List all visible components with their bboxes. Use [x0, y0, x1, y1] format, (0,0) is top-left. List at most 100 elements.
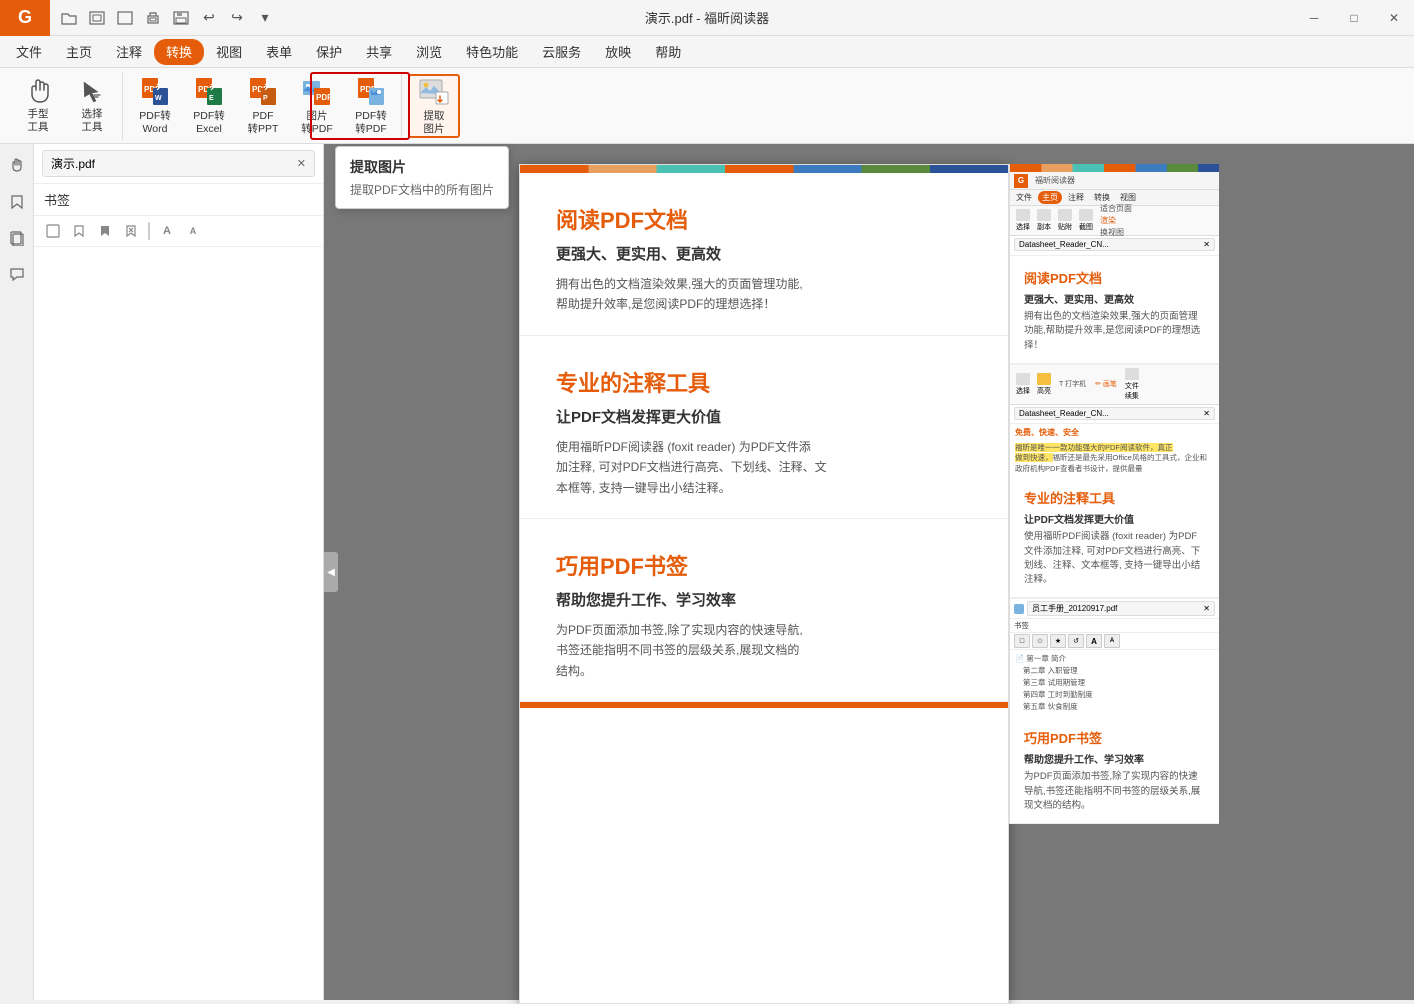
svg-text:P: P — [263, 95, 268, 102]
bm-separator-1 — [148, 222, 150, 240]
toolbar-group-extract: 提取图片 — [404, 72, 464, 140]
menu-form[interactable]: 表单 — [254, 39, 304, 65]
menu-view[interactable]: 视图 — [204, 39, 254, 65]
pdf-ppt-icon: PDF P — [247, 76, 279, 108]
bm-font-smaller-btn[interactable]: A — [182, 220, 204, 242]
new-window-btn[interactable] — [86, 7, 108, 29]
section1-subtitle: 更强大、更实用、更高效 — [556, 243, 972, 264]
pdf-to-img-btn[interactable]: PDF PDF转转PDF — [345, 74, 397, 138]
menu-annotate[interactable]: 注释 — [104, 39, 154, 65]
maximize-btn[interactable]: □ — [1334, 0, 1374, 36]
file-panel-header: 演示.pdf ✕ — [34, 144, 323, 184]
redo-btn[interactable]: ↪ — [226, 7, 248, 29]
section3-body: 为PDF页面添加书签,除了实现内容的快速导航, 书签还能指明不同书签的层级关系,… — [556, 620, 972, 681]
pdf-to-excel-label: PDF转Excel — [193, 110, 225, 135]
pdf-excel-icon: PDF E — [193, 76, 225, 108]
sidebar-hand-icon[interactable] — [3, 152, 31, 180]
file-tab-name: 演示.pdf — [51, 155, 95, 172]
tooltip-description: 提取PDF文档中的所有图片 — [350, 181, 494, 198]
open-folder-btn[interactable] — [58, 7, 80, 29]
pdf-area: ◀ 阅读PDF文档 更强大、更实用、更高效 拥有出色的文档渲染效果,强大的页面管… — [324, 144, 1414, 1000]
menu-cloud[interactable]: 云服务 — [530, 39, 593, 65]
customize-btn[interactable]: ▾ — [254, 7, 276, 29]
section3-title: 巧用PDF书签 — [556, 549, 972, 581]
menu-browse[interactable]: 浏览 — [404, 39, 454, 65]
menu-special[interactable]: 特色功能 — [454, 39, 530, 65]
file-tab[interactable]: 演示.pdf ✕ — [42, 150, 315, 177]
menu-convert[interactable]: 转换 — [154, 39, 204, 65]
img-to-pdf-label: 图片转PDF — [301, 110, 333, 135]
menu-help[interactable]: 帮助 — [643, 39, 693, 65]
preview-filetab3: 员工手册_20120917.pdf — [1032, 603, 1117, 614]
select-tool-btn[interactable]: 选择工具 — [66, 74, 118, 138]
collapse-sidebar-btn[interactable]: ◀ — [324, 552, 338, 592]
print-btn[interactable] — [142, 7, 164, 29]
undo-btn[interactable]: ↩ — [198, 7, 220, 29]
extract-image-label: 提取图片 — [424, 110, 445, 135]
svg-text:E: E — [209, 95, 214, 102]
hand-tool-btn[interactable]: 手型工具 — [12, 74, 64, 138]
img-pdf-icon: PDF — [301, 76, 333, 108]
preview-filetab2: Datasheet_Reader_CN... — [1019, 409, 1109, 418]
window-title: 演示.pdf - 福昕阅读器 — [645, 8, 769, 27]
tooltip-box: 提取图片 提取PDF文档中的所有图片 — [335, 146, 509, 209]
pdf-to-word-btn[interactable]: PDF W PDF转Word — [129, 74, 181, 138]
preview-card-1: G 福昕阅读器 文件 主页 注释 转换 视图 选择 副本 贴附 截图 — [1010, 172, 1219, 364]
sidebar-bookmark-icon[interactable] — [3, 188, 31, 216]
svg-text:W: W — [155, 95, 162, 102]
pdf-to-ppt-label: PDF转PPT — [248, 110, 279, 135]
preview-section2-sub: 让PDF文档发挥更大价值 — [1024, 511, 1205, 526]
tooltip-title: 提取图片 — [350, 157, 494, 177]
close-btn[interactable]: ✕ — [1374, 0, 1414, 36]
pdf-img-icon: PDF — [355, 76, 387, 108]
extract-image-btn[interactable]: 提取图片 — [408, 74, 460, 138]
menu-protect[interactable]: 保护 — [304, 39, 354, 65]
img-to-pdf-btn[interactable]: PDF 图片转PDF — [291, 74, 343, 138]
preview-section1-body: 拥有出色的文档渲染效果,强大的页面管理功能,帮助提升效率,是您阅读PDF的理想选… — [1024, 310, 1205, 353]
preview-section3-sub: 帮助您提升工作、学习效率 — [1024, 751, 1205, 766]
preview-section3-body: 为PDF页面添加书签,除了实现内容的快速导航,书签还能指明不同书签的层级关系,展… — [1024, 770, 1205, 813]
menu-share[interactable]: 共享 — [354, 39, 404, 65]
bm-bookmark-filled-btn[interactable] — [94, 220, 116, 242]
pdf-to-ppt-btn[interactable]: PDF P PDF转PPT — [237, 74, 289, 138]
pdf-page: 阅读PDF文档 更强大、更实用、更高效 拥有出色的文档渲染效果,强大的页面管理功… — [519, 164, 1009, 1004]
pdf-to-excel-btn[interactable]: PDF E PDF转Excel — [183, 74, 235, 138]
sidebar — [0, 144, 34, 1000]
main-area: 演示.pdf ✕ 书签 A A ◀ — [0, 144, 1414, 1000]
sidebar-comment-icon[interactable] — [3, 260, 31, 288]
bookmark-toolbar: A A — [34, 216, 323, 247]
bm-delete-btn[interactable] — [120, 220, 142, 242]
minimize-btn[interactable]: ─ — [1294, 0, 1334, 36]
pdf-section-annotate: 专业的注释工具 让PDF文档发挥更大价值 使用福昕PDF阅读器 (foxit r… — [520, 336, 1008, 519]
bm-bookmark-empty-btn[interactable] — [68, 220, 90, 242]
pdf-to-img-label: PDF转转PDF — [355, 110, 387, 135]
bm-font-larger-btn[interactable]: A — [156, 220, 178, 242]
title-bar: G ↩ ↪ ▾ 演示.pdf - 福昕阅读器 ─ □ ✕ — [0, 0, 1414, 36]
bm-expand-btn[interactable] — [42, 220, 64, 242]
title-bar-tools: ↩ ↪ ▾ — [50, 7, 284, 29]
preview-section2-body: 使用福昕PDF阅读器 (foxit reader) 为PDF文件添加注释, 可对… — [1024, 530, 1205, 587]
menu-slideshow[interactable]: 放映 — [593, 39, 643, 65]
section3-subtitle: 帮助您提升工作、学习效率 — [556, 589, 972, 610]
section2-subtitle: 让PDF文档发挥更大价值 — [556, 406, 972, 427]
file-panel: 演示.pdf ✕ 书签 A A — [34, 144, 324, 1000]
svg-text:PDF: PDF — [316, 93, 332, 102]
sidebar-pages-icon[interactable] — [3, 224, 31, 252]
preview-section2-title: 专业的注释工具 — [1024, 488, 1205, 507]
menu-file[interactable]: 文件 — [4, 39, 54, 65]
save-btn[interactable] — [170, 7, 192, 29]
bookmark-label: 书签 — [34, 184, 323, 216]
pdf-section-bookmark: 巧用PDF书签 帮助您提升工作、学习效率 为PDF页面添加书签,除了实现内容的快… — [520, 519, 1008, 702]
preview-section1-title: 阅读PDF文档 — [1024, 268, 1205, 287]
section1-title: 阅读PDF文档 — [556, 203, 972, 235]
select-icon — [76, 78, 108, 106]
section2-title: 专业的注释工具 — [556, 366, 972, 398]
file-tab-close-btn[interactable]: ✕ — [297, 157, 306, 170]
extract-image-icon — [418, 76, 450, 108]
preview-filetab1: Datasheet_Reader_CN... — [1019, 240, 1109, 249]
menu-home[interactable]: 主页 — [54, 39, 104, 65]
hand-tool-label: 手型工具 — [28, 108, 49, 133]
minimize-view-btn[interactable] — [114, 7, 136, 29]
preview-top-color-bar — [1010, 164, 1219, 172]
section1-body: 拥有出色的文档渲染效果,强大的页面管理功能, 帮助提升效率,是您阅读PDF的理想… — [556, 274, 972, 315]
